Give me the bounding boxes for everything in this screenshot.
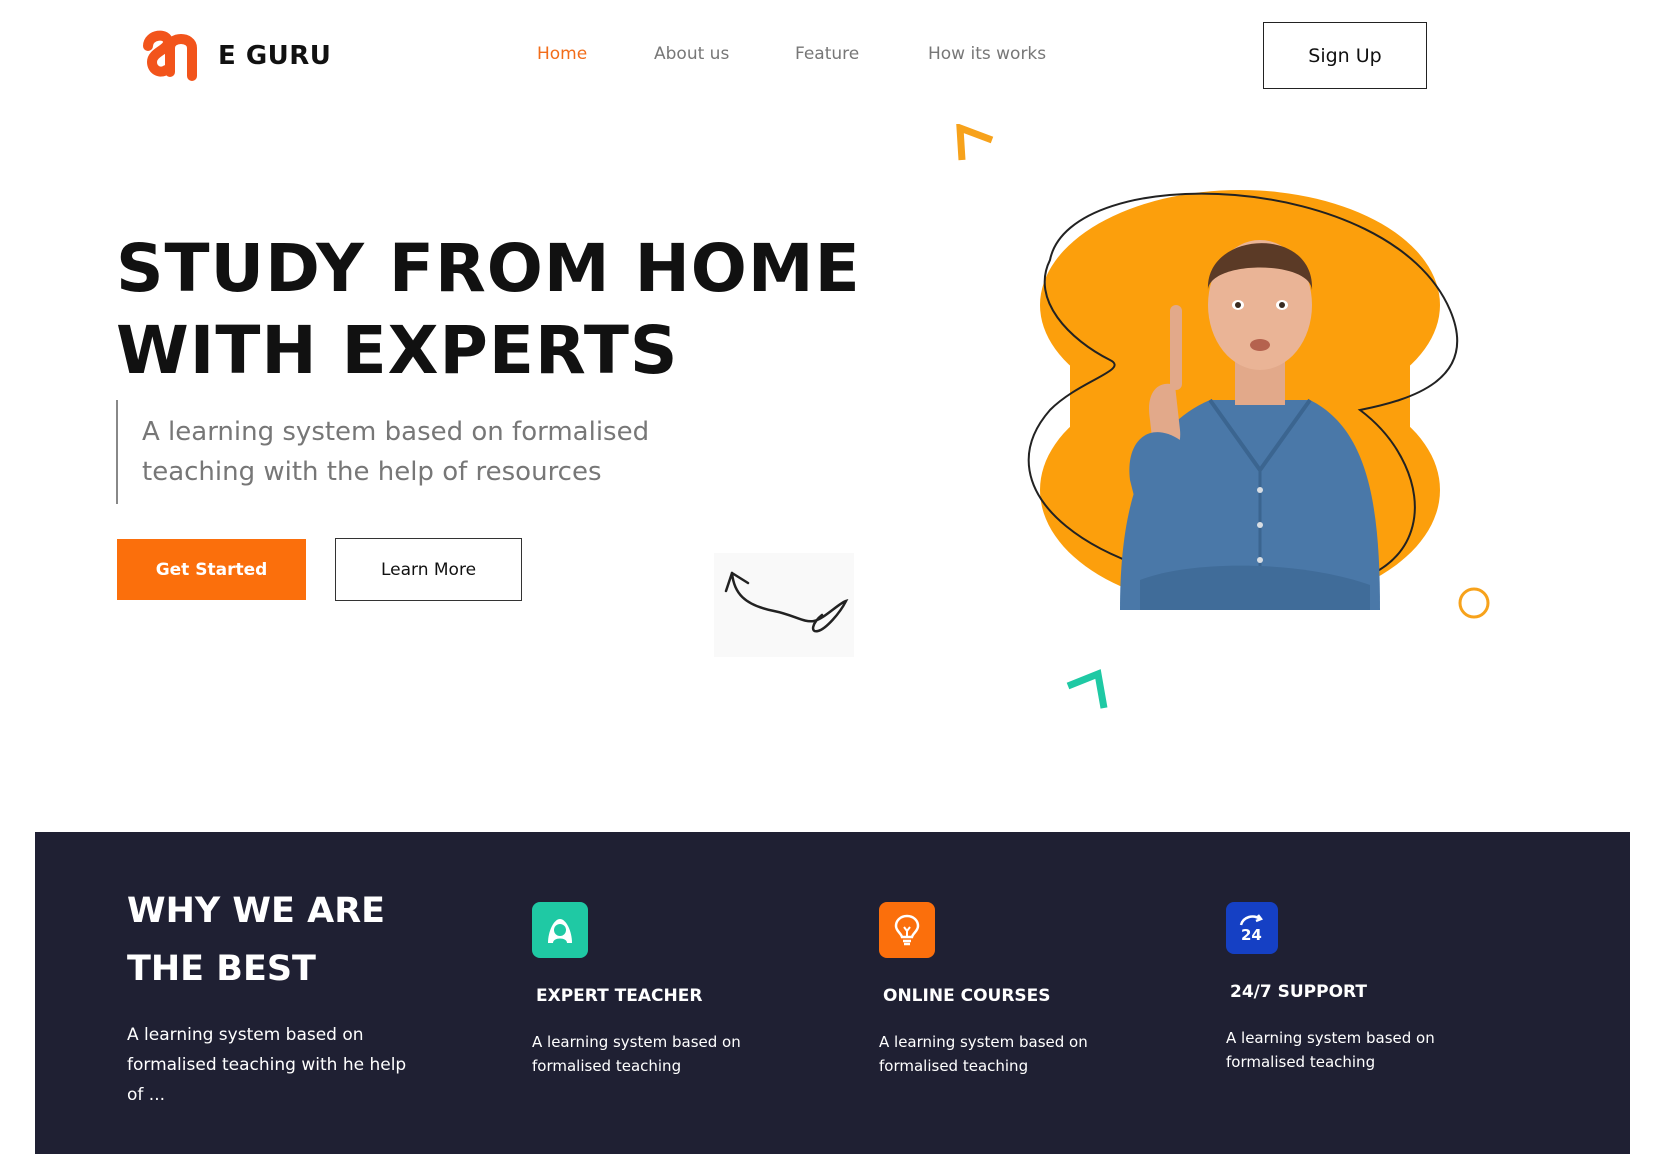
svg-text:24: 24 bbox=[1241, 926, 1262, 944]
feature-description: A learning system based on formalised te… bbox=[879, 1033, 1088, 1075]
hero-subtitle-block: A learning system based on formalised te… bbox=[116, 400, 762, 504]
brand-logo[interactable]: E GURU bbox=[140, 26, 331, 86]
why-title-line-1: WHY WE ARE bbox=[127, 891, 386, 931]
hero-title-line-2: WITH EXPERTS bbox=[116, 312, 679, 389]
curly-arrow-decoration bbox=[714, 553, 854, 657]
learn-more-button[interactable]: Learn More bbox=[335, 538, 522, 601]
feature-card-online-courses: ONLINE COURSES A learning system based o… bbox=[879, 902, 1159, 1078]
why-title-line-2: THE BEST bbox=[127, 949, 316, 989]
teacher-icon bbox=[532, 902, 588, 958]
get-started-button[interactable]: Get Started bbox=[117, 539, 306, 600]
hero-title: STUDY FROM HOME WITH EXPERTS bbox=[116, 228, 861, 392]
nav-item-how-it-works[interactable]: How its works bbox=[928, 44, 1046, 64]
feature-card-expert-teacher: EXPERT TEACHER A learning system based o… bbox=[532, 902, 812, 1078]
hero-illustration bbox=[1027, 190, 1458, 610]
brand-name: E GURU bbox=[218, 41, 332, 71]
teal-chevron-decoration bbox=[1066, 669, 1108, 709]
lightbulb-icon bbox=[879, 902, 935, 958]
feature-title: EXPERT TEACHER bbox=[536, 986, 703, 1006]
feature-card-support: 24 24/7 SUPPORT A learning system based … bbox=[1226, 902, 1506, 1074]
why-description: A learning system based on formalised te… bbox=[127, 1025, 407, 1105]
hero-title-line-1: STUDY FROM HOME bbox=[116, 230, 861, 307]
feature-title: ONLINE COURSES bbox=[883, 986, 1051, 1006]
feature-description: A learning system based on formalised te… bbox=[532, 1033, 741, 1075]
why-we-are-best-section: WHY WE ARE THE BEST A learning system ba… bbox=[35, 832, 1630, 1154]
curly-arrow-icon bbox=[724, 571, 849, 633]
nav-item-about[interactable]: About us bbox=[654, 44, 729, 64]
why-title: WHY WE ARE THE BEST bbox=[127, 882, 385, 998]
support-24-icon: 24 bbox=[1226, 902, 1278, 954]
logo-mark-icon bbox=[143, 30, 197, 81]
feature-title: 24/7 SUPPORT bbox=[1230, 982, 1367, 1002]
feature-description: A learning system based on formalised te… bbox=[1226, 1029, 1435, 1071]
signup-button[interactable]: Sign Up bbox=[1263, 22, 1427, 89]
hero-subtitle: A learning system based on formalised te… bbox=[142, 417, 650, 487]
nav-item-home[interactable]: Home bbox=[537, 44, 587, 64]
orange-chevron-decoration bbox=[956, 124, 994, 161]
nav-item-feature[interactable]: Feature bbox=[795, 44, 859, 64]
